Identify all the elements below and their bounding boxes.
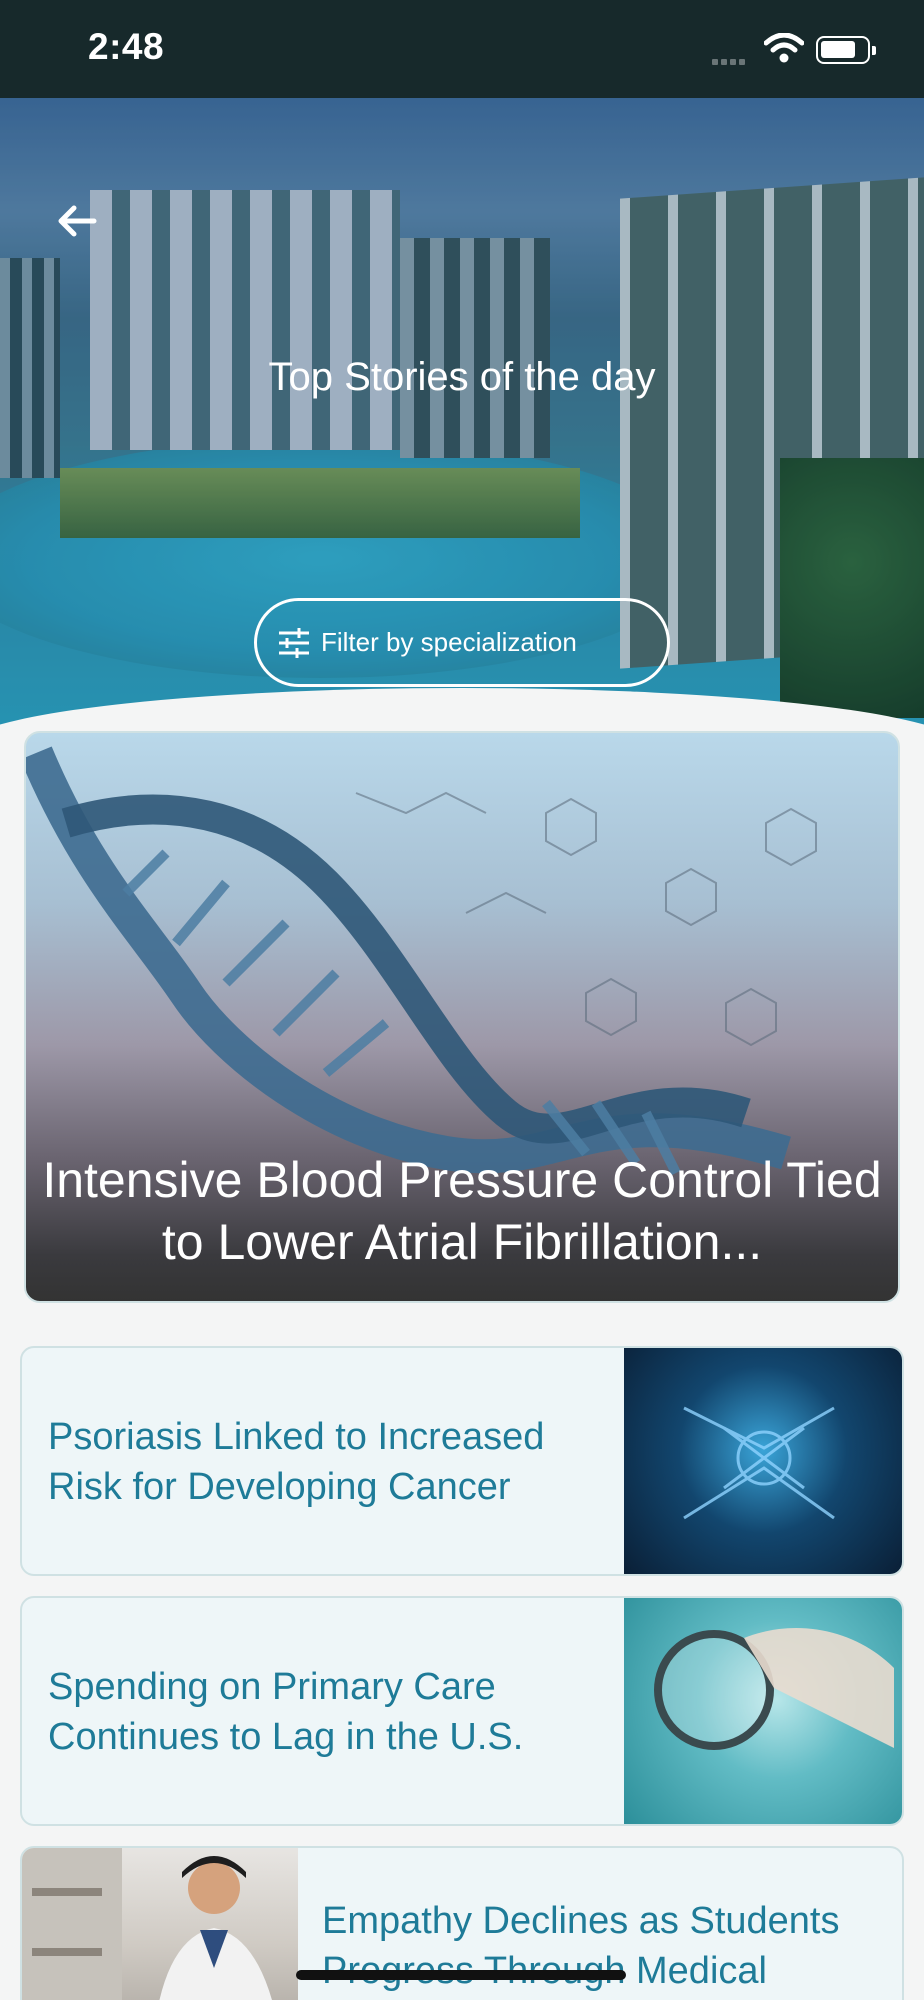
- cellular-signal-icon: [712, 52, 748, 70]
- arrow-left-icon: [58, 205, 97, 237]
- story-title: Empathy Declines as Students Progress Th…: [322, 1900, 840, 1992]
- scientist-lab-image: [22, 1848, 272, 2000]
- story-card[interactable]: Spending on Primary Care Continues to La…: [20, 1596, 904, 1826]
- featured-story-card[interactable]: Intensive Blood Pressure Control Tied to…: [24, 731, 900, 1303]
- wifi-icon: [764, 33, 804, 63]
- status-time: 2:48: [88, 26, 165, 67]
- sliders-icon: [279, 627, 309, 658]
- story-thumbnail: [624, 1348, 902, 1574]
- featured-story-title: Intensive Blood Pressure Control Tied to…: [42, 1152, 882, 1270]
- status-bar: 2:48: [0, 0, 924, 98]
- filter-button[interactable]: Filter by specialization: [254, 598, 670, 687]
- hands-network-image: [683, 1406, 835, 1520]
- home-indicator[interactable]: [296, 1970, 626, 1980]
- story-card[interactable]: Psoriasis Linked to Increased Risk for D…: [20, 1346, 904, 1576]
- story-title: Spending on Primary Care Continues to La…: [48, 1666, 524, 1758]
- filter-button-label: Filter by specialization: [321, 627, 577, 657]
- story-thumbnail: [624, 1598, 902, 1824]
- page-title: Top Stories of the day: [268, 355, 656, 399]
- battery-icon: [816, 36, 876, 64]
- back-button[interactable]: [52, 196, 102, 246]
- story-thumbnail: [22, 1848, 298, 2000]
- magnifier-hand-image: [654, 1628, 894, 1750]
- story-title: Psoriasis Linked to Increased Risk for D…: [48, 1416, 545, 1508]
